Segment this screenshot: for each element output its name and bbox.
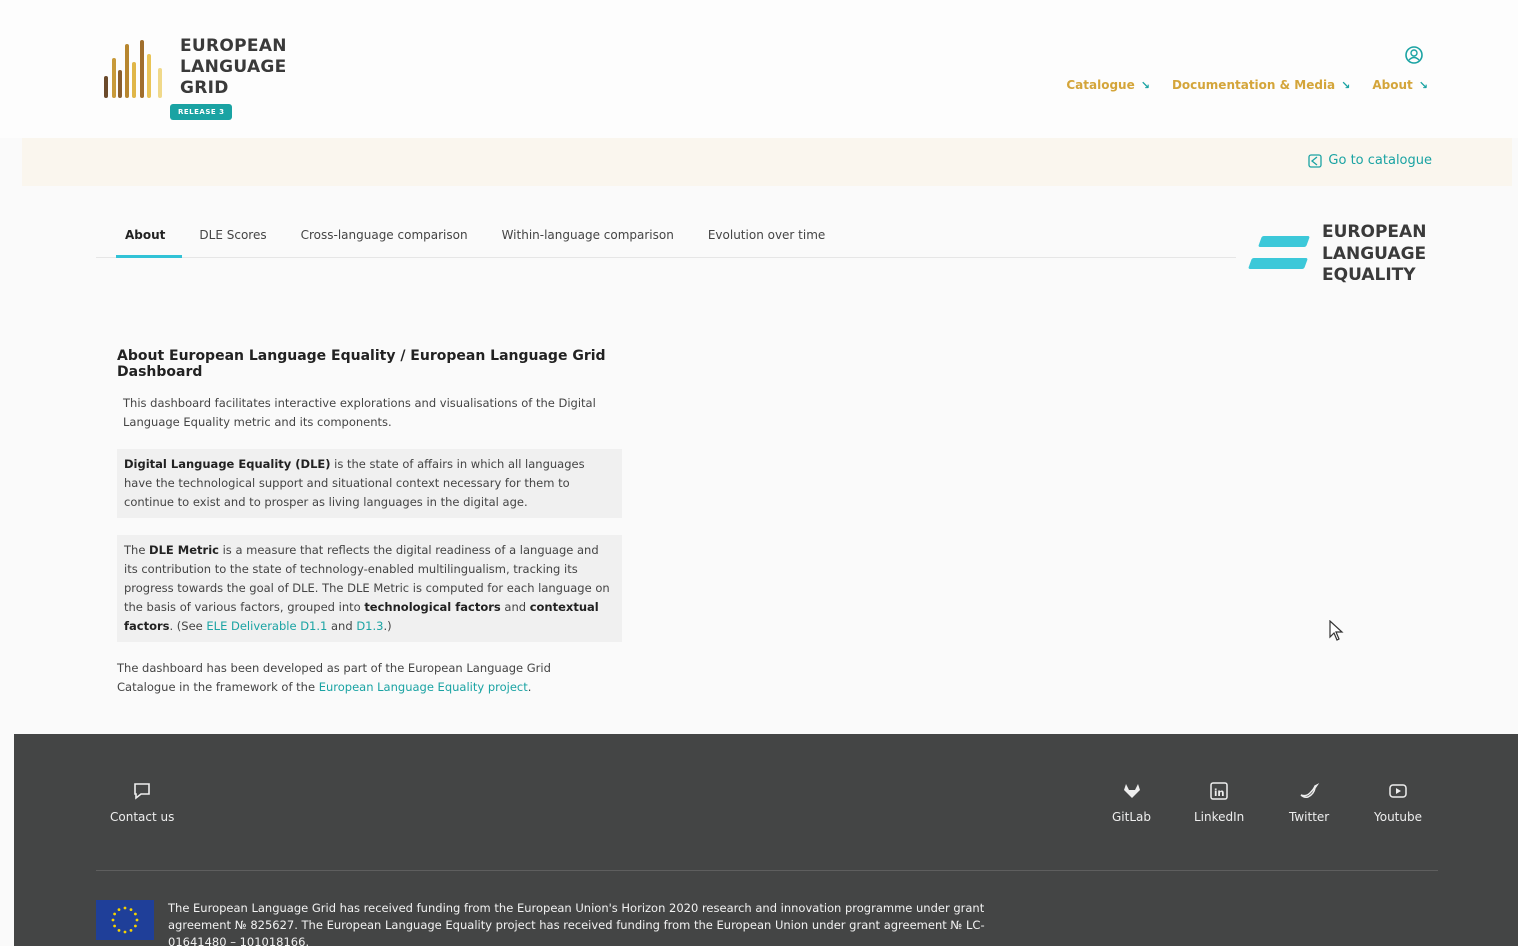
gitlab-icon [1123,784,1140,798]
tab-cross-language-comparison[interactable]: Cross-language comparison [284,220,485,257]
ele-logo: EUROPEAN LANGUAGE EQUALITY [1246,222,1426,287]
dashboard-tabs: About DLE Scores Cross-language comparis… [96,220,1236,258]
release-badge: RELEASE 3 [170,104,233,120]
tab-dle-scores[interactable]: DLE Scores [182,220,283,257]
tab-evolution-over-time[interactable]: Evolution over time [691,220,842,257]
gitlab-link[interactable]: GitLab [1112,780,1151,824]
page-title: About European Language Equality / Europ… [117,348,606,380]
dle-definition-box: Digital Language Equality (DLE) is the s… [117,449,622,518]
dle-metric-term: DLE Metric [149,543,219,557]
sub-bar: Go to catalogue [22,138,1512,186]
linkedin-link[interactable]: in LinkedIn [1194,780,1244,824]
elg-logo[interactable]: EUROPEAN LANGUAGE GRID RELEASE 3 [100,36,287,120]
contact-us-link[interactable]: Contact us [110,780,174,824]
deliverable-d1-3-link[interactable]: D1.3 [356,619,383,633]
arrow-down-right-icon: ↘ [1140,78,1150,92]
arrow-down-right-icon: ↘ [1418,78,1428,92]
twitter-icon [1300,783,1320,798]
youtube-icon [1389,784,1407,798]
funding-notice: The European Language Grid has received … [168,901,985,946]
elg-logo-mark-icon [100,36,170,106]
back-arrow-icon [1308,153,1323,168]
about-content: About European Language Equality / Europ… [117,348,677,697]
twitter-link[interactable]: Twitter [1289,780,1329,824]
ele-logo-mark-icon [1246,222,1312,278]
go-to-catalogue-link[interactable]: Go to catalogue [1308,153,1432,168]
elg-logo-text: EUROPEAN LANGUAGE GRID [180,36,287,98]
eu-flag-icon [96,900,154,940]
mouse-cursor-icon [1329,620,1344,641]
svg-text:in: in [1214,788,1225,799]
arrow-down-right-icon: ↘ [1341,78,1351,92]
page: EUROPEAN LANGUAGE GRID RELEASE 3 Catalog… [0,0,1518,946]
outro-text: The dashboard has been developed as part… [117,661,551,694]
chat-bubble-icon [134,783,150,800]
youtube-link[interactable]: Youtube [1374,780,1422,824]
header: EUROPEAN LANGUAGE GRID RELEASE 3 Catalog… [0,0,1518,138]
intro-text: This dashboard facilitates interactive e… [123,396,596,429]
nav-about[interactable]: About ↘ [1372,78,1428,92]
linkedin-icon: in [1210,782,1228,800]
nav-documentation-media[interactable]: Documentation & Media ↘ [1172,78,1350,92]
top-nav: Catalogue ↘ Documentation & Media ↘ About ↘ [1066,78,1428,92]
tab-about[interactable]: About [96,220,183,258]
user-account-icon[interactable] [1404,45,1424,65]
footer-divider [96,870,1438,871]
ele-logo-text: EUROPEAN LANGUAGE EQUALITY [1322,222,1427,285]
tab-within-language-comparison[interactable]: Within-language comparison [485,220,691,257]
dle-term: Digital Language Equality (DLE) [124,457,331,471]
nav-catalogue[interactable]: Catalogue ↘ [1066,78,1150,92]
ele-project-link[interactable]: European Language Equality project [319,680,528,694]
footer: Contact us GitLab in LinkedIn Twitter Yo… [14,734,1518,946]
deliverable-d1-1-link[interactable]: ELE Deliverable D1.1 [206,619,327,633]
dle-metric-box: The DLE Metric is a measure that reflect… [117,535,622,642]
technological-factors-term: technological factors [364,600,501,614]
